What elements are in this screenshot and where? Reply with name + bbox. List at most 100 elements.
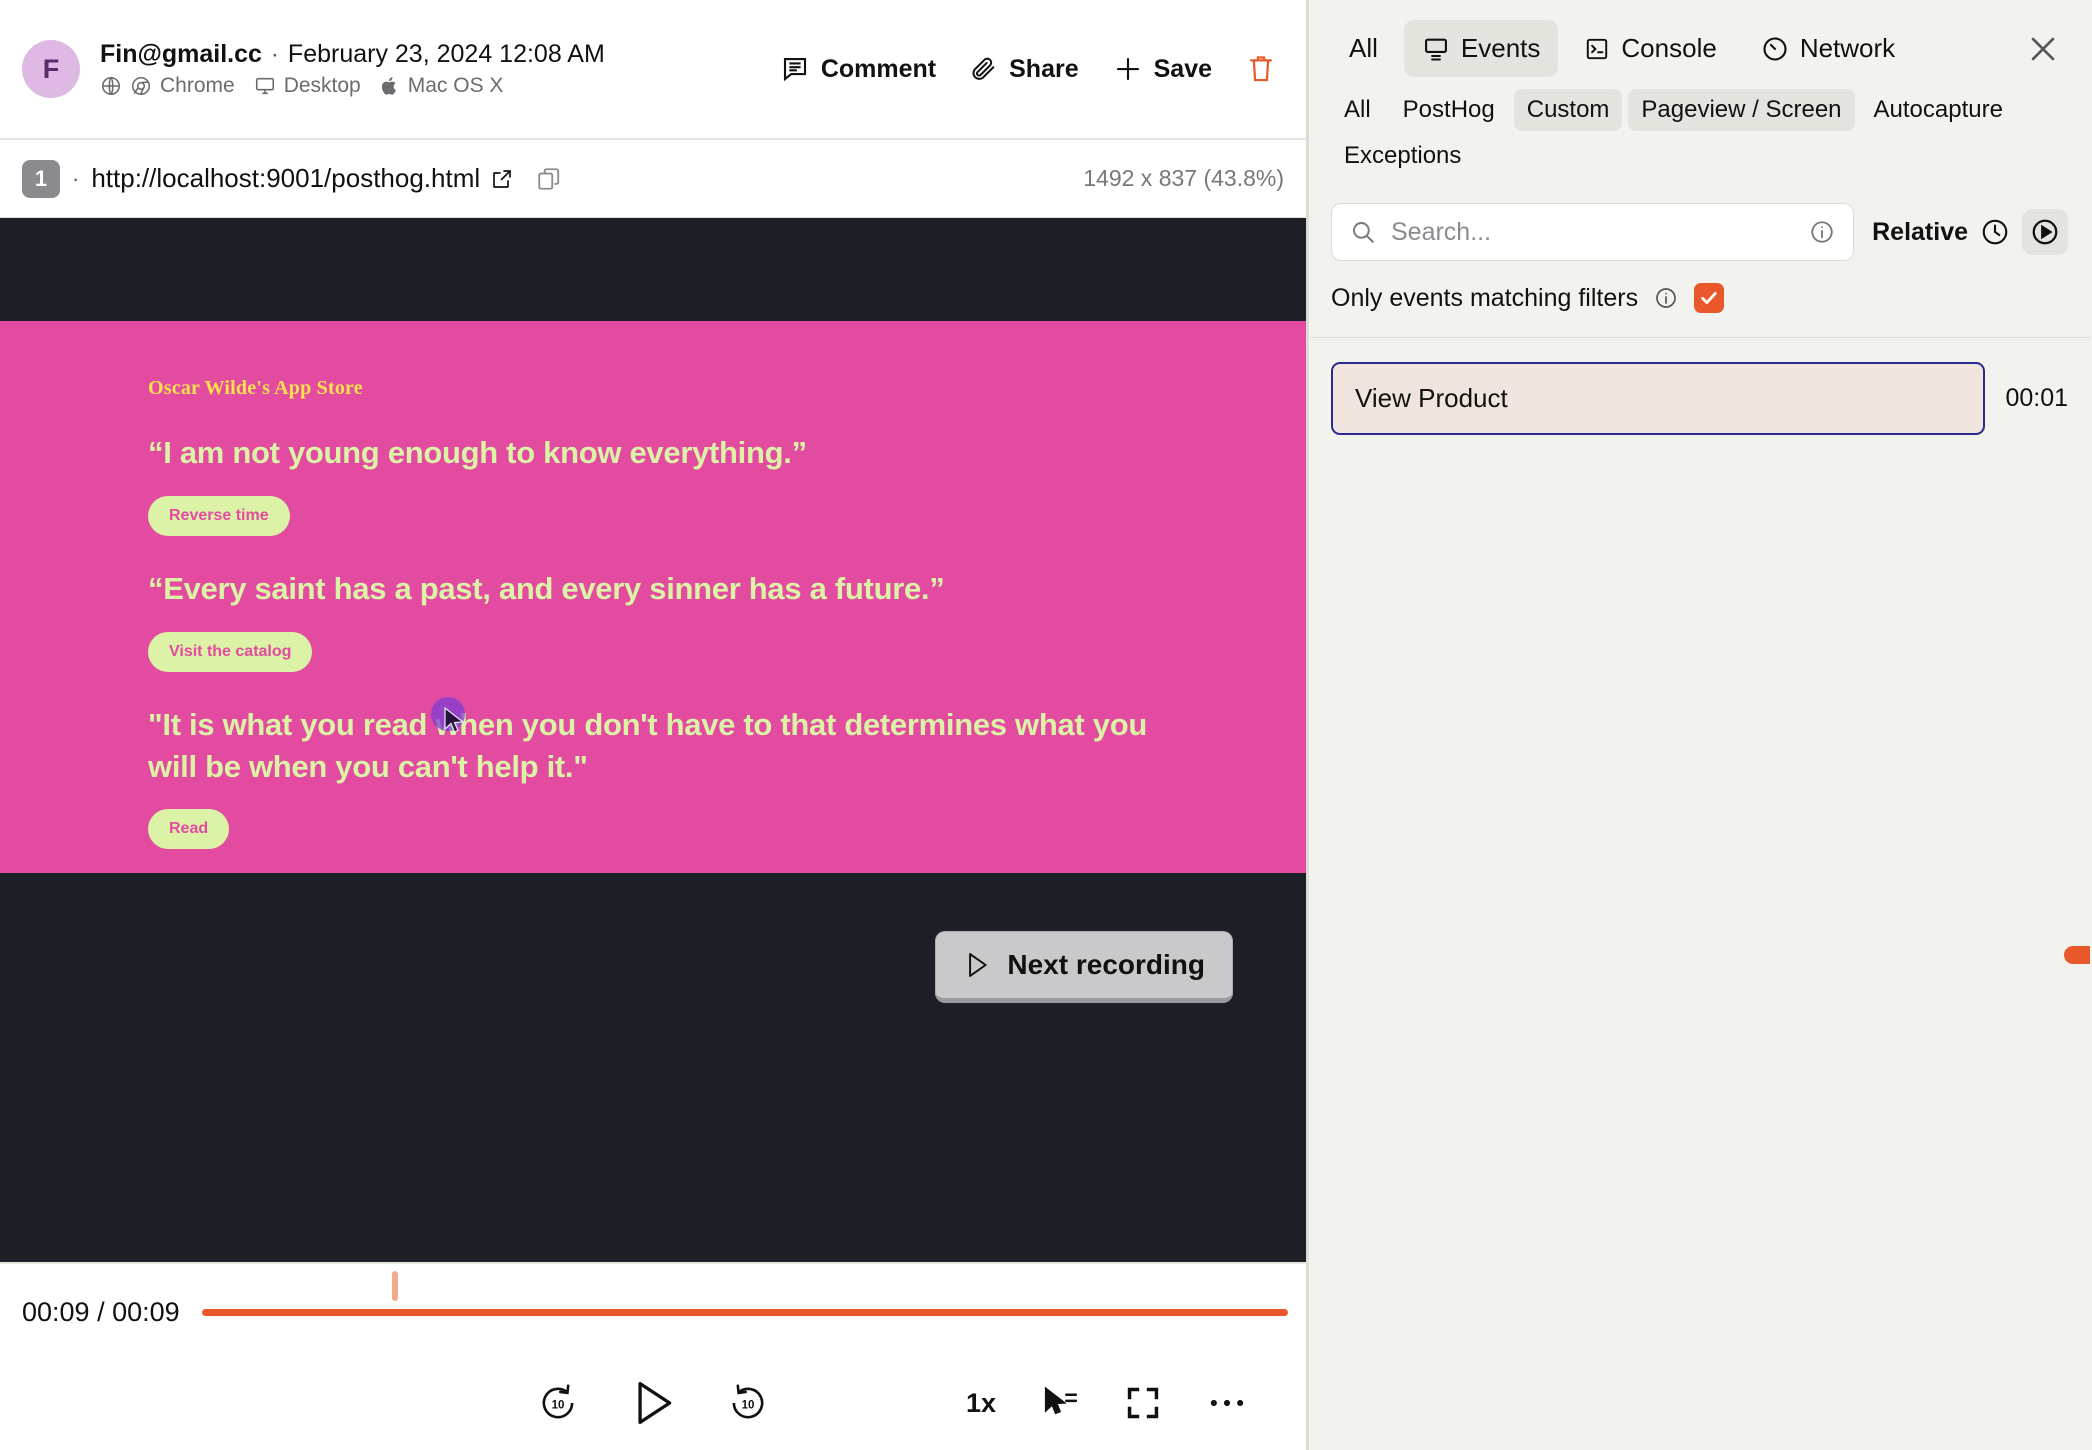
page-quote-1: “I am not young enough to know everythin…	[148, 435, 807, 470]
only-matching-label: Only events matching filters	[1331, 283, 1639, 312]
timestamp-mode-group: Relative	[1872, 209, 2068, 255]
save-button[interactable]: Save	[1113, 54, 1212, 84]
filter-pill-exceptions[interactable]: Exceptions	[1331, 135, 1474, 177]
only-matching-checkbox[interactable]	[1694, 283, 1725, 313]
gauge-icon	[1761, 35, 1789, 63]
only-matching-filters-row: Only events matching filters	[1309, 261, 2090, 337]
viewport-size-label: 1492 x 837 (43.8%)	[1083, 165, 1284, 191]
search-input[interactable]	[1391, 217, 1795, 247]
close-icon	[2026, 32, 2060, 66]
avatar: F	[22, 40, 80, 98]
inspector-panel: All Events Console Network All PostHog C…	[1308, 0, 2090, 1450]
time-display: 00:09 / 00:09	[22, 1296, 180, 1327]
rewind-10-button[interactable]: 10	[538, 1383, 578, 1423]
page-brand: Oscar Wilde's App Store	[148, 377, 363, 399]
tab-network[interactable]: Network	[1743, 20, 1913, 77]
play-from-here-button[interactable]	[2022, 209, 2068, 255]
recording-meta-header: F Fin@gmail.cc · February 23, 2024 12:08…	[0, 0, 1306, 140]
trash-icon	[1246, 53, 1276, 85]
comment-button[interactable]: Comment	[780, 54, 936, 84]
filter-pill-pageview[interactable]: Pageview / Screen	[1628, 89, 1855, 131]
play-circle-icon	[2030, 217, 2060, 247]
tab-all[interactable]: All	[1331, 20, 1396, 77]
inspector-tabs: All Events Console Network	[1331, 20, 2068, 77]
monitor-icon	[1422, 35, 1450, 63]
more-options-button[interactable]	[1208, 1396, 1246, 1410]
seek-row: 00:09 / 00:09	[0, 1264, 1306, 1360]
search-icon	[1350, 219, 1376, 245]
timeline-scroll-marker[interactable]	[2064, 946, 2090, 964]
playback-speed-button[interactable]: 1x	[966, 1388, 996, 1419]
recording-device-line: Chrome Desktop Mac OS X	[100, 74, 605, 98]
device-label: Desktop	[283, 74, 361, 97]
play-button[interactable]	[630, 1379, 676, 1427]
secondary-controls: 1x	[966, 1384, 1246, 1422]
recording-timestamp: February 23, 2024 12:08 AM	[287, 40, 605, 68]
tab-events[interactable]: Events	[1403, 20, 1559, 77]
header-actions: Comment Share Save	[780, 53, 1284, 85]
inspect-element-button[interactable]	[1042, 1386, 1078, 1420]
tab-console[interactable]: Console	[1566, 20, 1734, 77]
paperclip-icon	[970, 55, 998, 83]
share-button[interactable]: Share	[970, 54, 1079, 84]
tab-console-label: Console	[1621, 33, 1717, 63]
url-bar: 1 · http://localhost:9001/posthog.html 1…	[0, 140, 1306, 218]
list-item: View Product 00:01	[1331, 362, 2068, 435]
page-cta-3[interactable]: Read	[148, 809, 230, 850]
event-timestamp: 00:01	[2005, 384, 2068, 412]
monitor-icon	[254, 75, 276, 97]
playback-bar: 00:09 / 00:09 10 10 1x	[0, 1262, 1306, 1450]
globe-icon	[100, 75, 122, 97]
save-label: Save	[1153, 54, 1212, 83]
event-type-filters: All PostHog Custom Pageview / Screen Aut…	[1331, 89, 2031, 177]
filter-pill-autocapture[interactable]: Autocapture	[1861, 89, 2016, 131]
event-name[interactable]: View Product	[1331, 362, 1986, 435]
search-row: Relative	[1331, 203, 2068, 261]
recording-url: http://localhost:9001/posthog.html	[91, 163, 481, 193]
window-index-badge: 1	[22, 159, 60, 198]
delete-button[interactable]	[1246, 53, 1276, 85]
svg-text:10: 10	[552, 1399, 565, 1411]
filter-pill-all[interactable]: All	[1331, 89, 1384, 131]
close-inspector-button[interactable]	[2018, 24, 2068, 74]
session-replay-app: F Fin@gmail.cc · February 23, 2024 12:08…	[0, 0, 2092, 1450]
page-cta-2[interactable]: Visit the catalog	[148, 631, 313, 672]
tab-events-label: Events	[1460, 33, 1541, 63]
search-box[interactable]	[1331, 203, 1855, 261]
events-list: View Product 00:01	[1309, 338, 2090, 1450]
info-icon[interactable]	[1809, 219, 1835, 245]
seek-bar[interactable]	[201, 1271, 1288, 1329]
event-marker-tick	[391, 1271, 398, 1301]
url-separator: ·	[72, 165, 80, 191]
filter-pill-posthog[interactable]: PostHog	[1390, 89, 1508, 131]
replay-cursor	[431, 697, 469, 737]
browser-label: Chrome	[160, 74, 235, 97]
recording-identity-line: Fin@gmail.cc · February 23, 2024 12:08 A…	[100, 40, 605, 69]
fullscreen-button[interactable]	[1124, 1384, 1162, 1422]
page-quote-3: "It is what you read when you don't have…	[148, 706, 1147, 784]
cursor-arrow-icon	[444, 707, 465, 733]
seek-progress-fill	[201, 1308, 1288, 1316]
info-icon[interactable]	[1654, 286, 1678, 310]
forward-10-button[interactable]: 10	[728, 1383, 768, 1423]
filter-pill-custom[interactable]: Custom	[1513, 89, 1623, 131]
screen-letterbox-bottom: Next recording	[0, 873, 1306, 1262]
replayed-page: Oscar Wilde's App Store “I am not young …	[0, 321, 1306, 873]
external-link-icon[interactable]	[490, 167, 514, 191]
recording-meta-texts: Fin@gmail.cc · February 23, 2024 12:08 A…	[100, 40, 605, 98]
tab-all-label: All	[1349, 33, 1378, 63]
page-cta-1[interactable]: Reverse time	[148, 495, 290, 536]
next-recording-button[interactable]: Next recording	[935, 931, 1233, 1003]
recording-email: Fin@gmail.cc	[100, 40, 262, 68]
copy-url-icon[interactable]	[536, 166, 562, 192]
controls-row: 10 10 1x	[0, 1360, 1306, 1446]
plus-icon	[1113, 54, 1143, 84]
comment-label: Comment	[820, 54, 937, 83]
tab-network-label: Network	[1799, 33, 1896, 63]
clock-icon[interactable]	[1980, 217, 2010, 247]
chrome-icon	[130, 75, 152, 97]
share-label: Share	[1009, 54, 1079, 83]
replay-screen[interactable]: Oscar Wilde's App Store “I am not young …	[0, 218, 1306, 1262]
svg-text:10: 10	[742, 1399, 755, 1411]
meta-separator: ·	[270, 41, 279, 68]
